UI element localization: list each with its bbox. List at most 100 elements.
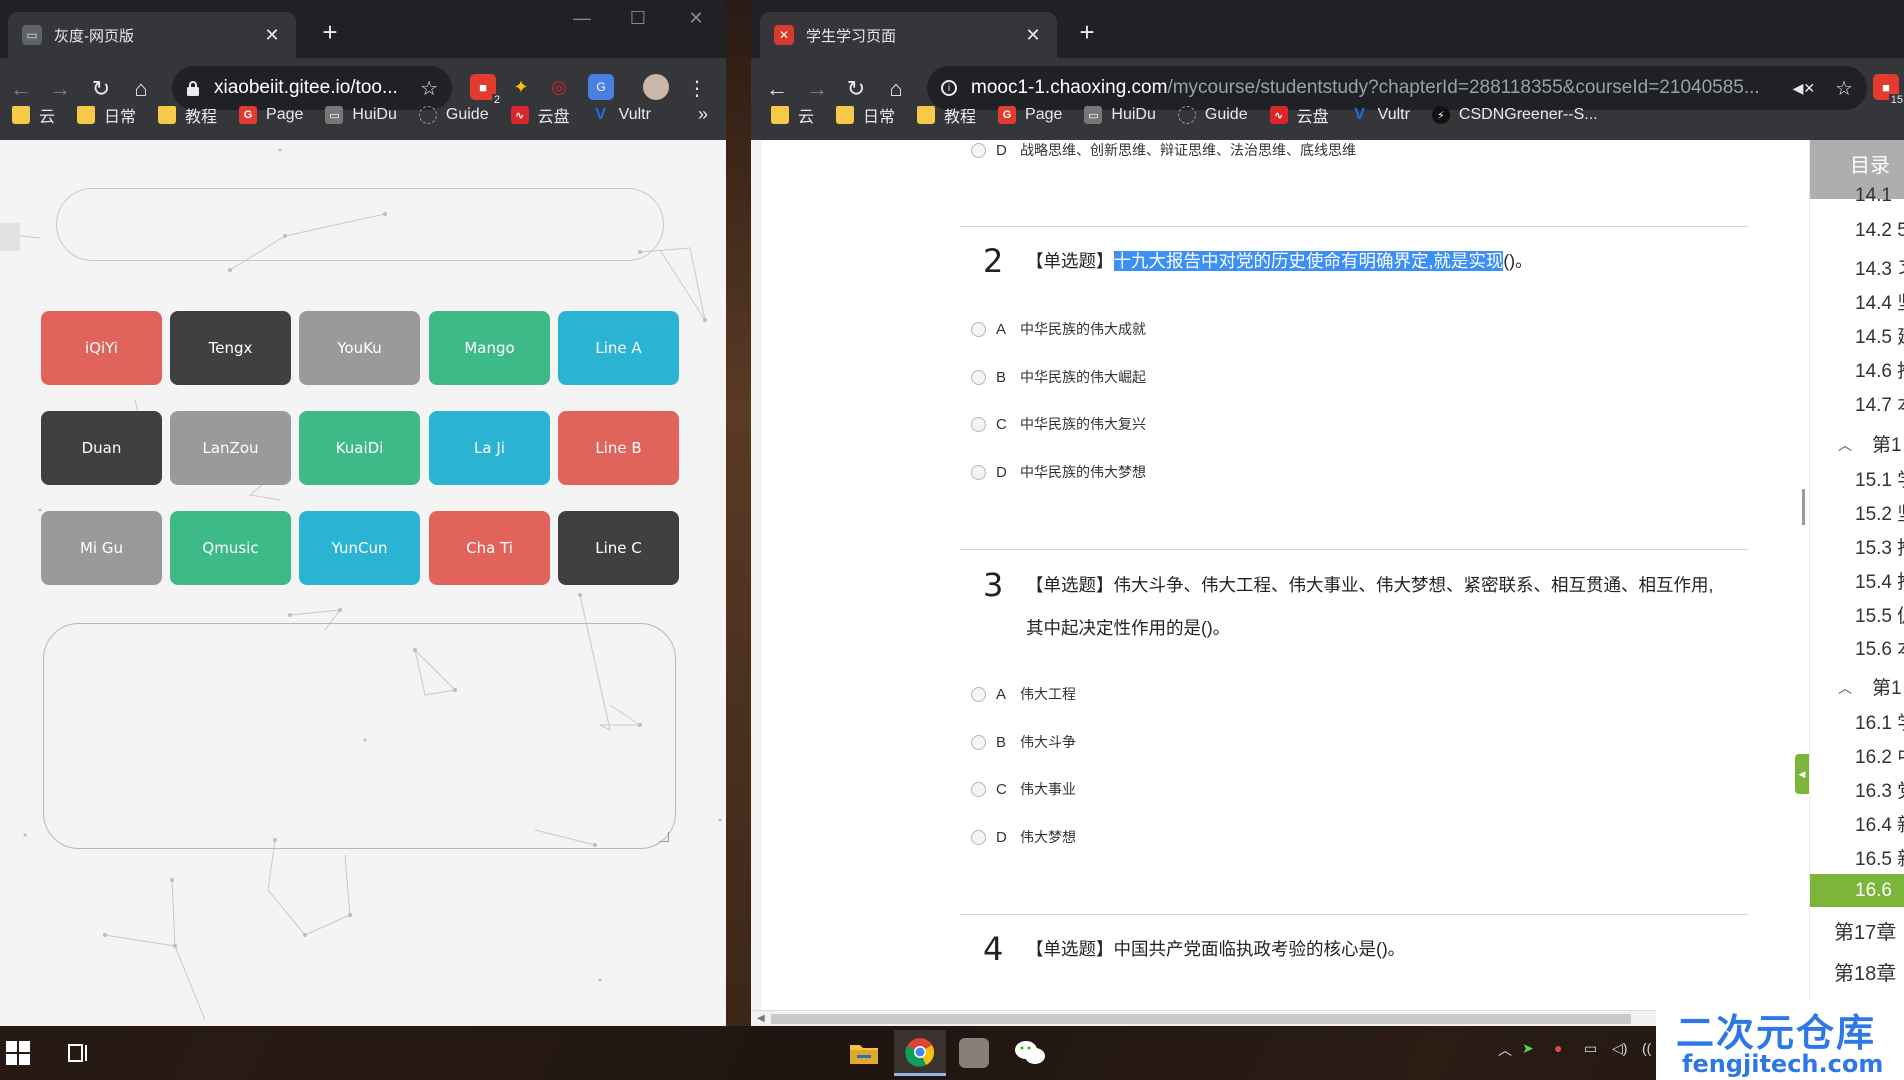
option-row[interactable]: C 中华民族的伟大复兴 (971, 414, 1146, 434)
tile-la-ji[interactable]: La Ji (429, 411, 550, 485)
tab-huidu[interactable]: ▭ 灰度-网页版 ✕ (8, 12, 296, 58)
toc-item-active[interactable]: 16.6 本 (1810, 874, 1904, 934)
tab-student-study[interactable]: ✕ 学生学习页面 ✕ (760, 12, 1057, 58)
user-app-icon[interactable] (948, 1030, 1000, 1076)
toc-item[interactable]: 16.1 学 (1855, 708, 1904, 735)
bookmark-item[interactable]: 云 (771, 103, 814, 127)
tray-app-icon[interactable]: ● (1554, 1040, 1562, 1056)
windows-start-icon[interactable] (0, 1030, 36, 1076)
extension-red-icon[interactable]: ■ 2 (470, 74, 502, 106)
radio-icon[interactable] (971, 321, 986, 337)
tile-mango[interactable]: Mango (429, 311, 550, 385)
bookmark-item[interactable]: ∿ 云盘 (1269, 103, 1329, 127)
toc-item[interactable]: 15.2 坚 (1855, 499, 1904, 526)
tile-kuaidi[interactable]: KuaiDi (299, 411, 420, 485)
tile-tengx[interactable]: Tengx (170, 311, 291, 385)
bookmark-star-icon[interactable]: ☆ (1835, 76, 1853, 101)
bookmark-item[interactable]: G Page (998, 106, 1062, 124)
tile-cha-ti[interactable]: Cha Ti (429, 511, 550, 585)
toc-item[interactable]: 16.3 党 (1855, 776, 1904, 803)
tile-lanzou[interactable]: LanZou (170, 411, 291, 485)
toc-chapter-18[interactable]: 第18章 (1834, 957, 1896, 986)
tile-line-b[interactable]: Line B (558, 411, 679, 485)
profile-avatar[interactable] (643, 74, 669, 100)
toc-item[interactable]: 14.3 习 (1855, 254, 1904, 281)
bookmark-item[interactable]: ▭ HuiDu (325, 106, 397, 124)
horizontal-scroll-thumb[interactable] (771, 1014, 1631, 1024)
option-row[interactable]: A 伟大工程 (971, 684, 1076, 704)
toc-item[interactable]: 16.5 新 (1855, 844, 1904, 871)
toc-item[interactable]: 14.2 5 (1855, 220, 1904, 242)
tray-overflow-icon[interactable]: ︿ (1498, 1040, 1512, 1060)
extension-tampermonkey-icon[interactable]: ✦ (508, 74, 534, 100)
radio-icon[interactable] (971, 829, 986, 845)
radio-icon[interactable] (971, 686, 986, 702)
chevron-up-icon[interactable]: ︿ (1838, 678, 1852, 698)
radio-icon[interactable] (971, 416, 986, 432)
bookmark-item[interactable]: Guide (1177, 106, 1248, 124)
radio-icon[interactable] (971, 781, 986, 797)
radio-icon[interactable] (971, 734, 986, 750)
bookmarks-overflow-icon[interactable]: » (698, 104, 708, 125)
toc-item[interactable]: 14.1 (1855, 185, 1892, 207)
option-row[interactable]: D 伟大梦想 (971, 827, 1076, 847)
toc-item[interactable]: 15.6 本 (1855, 634, 1904, 661)
bookmark-item[interactable]: 教程 (917, 103, 976, 127)
toc-toggle-handle[interactable]: ◀ (1795, 754, 1809, 794)
tile-mi-gu[interactable]: Mi Gu (41, 511, 162, 585)
tile-youku[interactable]: YouKu (299, 311, 420, 385)
chevron-up-icon[interactable]: ︿ (1838, 435, 1852, 455)
info-icon[interactable]: i (941, 80, 957, 96)
text-area[interactable] (43, 623, 676, 849)
close-tab-icon[interactable]: ✕ (262, 25, 282, 46)
option-row[interactable]: B 中华民族的伟大崛起 (971, 367, 1146, 387)
option-row[interactable]: B 伟大斗争 (971, 732, 1076, 752)
maximize-icon[interactable]: ☐ (618, 8, 658, 29)
radio-icon[interactable] (971, 369, 986, 385)
bookmark-item[interactable]: ∿ 云盘 (510, 103, 570, 127)
window-close-icon[interactable]: ✕ (676, 8, 716, 29)
toc-item[interactable]: 16.2 中 (1855, 742, 1904, 769)
tile-line-a[interactable]: Line A (558, 311, 679, 385)
radio-icon[interactable] (971, 142, 986, 158)
bookmark-item[interactable]: Guide (418, 106, 489, 124)
toc-item[interactable]: 15.5 促 (1855, 601, 1904, 628)
toc-item[interactable]: 16.4 新 (1855, 810, 1904, 837)
option-row[interactable]: A 中华民族的伟大成就 (971, 319, 1146, 339)
vertical-scroll-thumb[interactable] (1802, 489, 1805, 525)
bookmark-item[interactable]: 日常 (836, 103, 895, 127)
wechat-icon[interactable] (1004, 1030, 1056, 1076)
toc-item[interactable]: 15.1 学 (1855, 465, 1904, 492)
new-tab-button[interactable]: + (1071, 16, 1103, 48)
close-tab-icon[interactable]: ✕ (1023, 25, 1043, 46)
bookmark-item[interactable]: 教程 (158, 103, 217, 127)
toc-item[interactable]: 15.4 推 (1855, 567, 1904, 594)
tile-yuncun[interactable]: YunCun (299, 511, 420, 585)
chrome-icon[interactable] (894, 1030, 946, 1076)
tile-line-c[interactable]: Line C (558, 511, 679, 585)
extension-web-icon[interactable]: ◎ (546, 74, 572, 100)
tile-duan[interactable]: Duan (41, 411, 162, 485)
toc-chapter-16[interactable]: 第1 (1872, 673, 1902, 700)
tray-send-icon[interactable]: ➤ (1522, 1040, 1534, 1057)
volume-icon[interactable]: ◁) (1612, 1040, 1627, 1057)
bookmark-item[interactable]: ▭ HuiDu (1084, 106, 1156, 124)
muted-icon[interactable]: ◀✕ (1793, 80, 1816, 97)
bookmark-item[interactable]: 日常 (77, 103, 136, 127)
scroll-left-icon[interactable]: ◀ (757, 1011, 765, 1026)
network-icon[interactable]: (( (1642, 1040, 1651, 1056)
toc-item[interactable]: 14.7 本 (1855, 390, 1904, 417)
battery-icon[interactable]: ▭ (1584, 1040, 1597, 1057)
toc-item[interactable]: 14.4 坚 (1855, 288, 1904, 315)
bookmark-item[interactable]: 云 (12, 103, 55, 127)
resize-grip-icon[interactable] (659, 832, 669, 842)
toc-chapter-17[interactable]: 第17章 (1834, 916, 1896, 945)
extension-red-icon[interactable]: ■ 15 (1873, 74, 1904, 106)
toc-item[interactable]: 14.6 推 (1855, 356, 1904, 383)
option-row[interactable]: C 伟大事业 (971, 779, 1076, 799)
extension-translate-icon[interactable]: G (588, 74, 614, 100)
new-tab-button[interactable]: + (314, 16, 346, 48)
bookmark-item[interactable]: ⚡ CSDNGreener--S... (1431, 106, 1598, 124)
side-handle[interactable] (0, 223, 20, 251)
option-row[interactable]: D 战略思维、创新思维、辩证思维、法治思维、底线思维 (971, 140, 1356, 160)
